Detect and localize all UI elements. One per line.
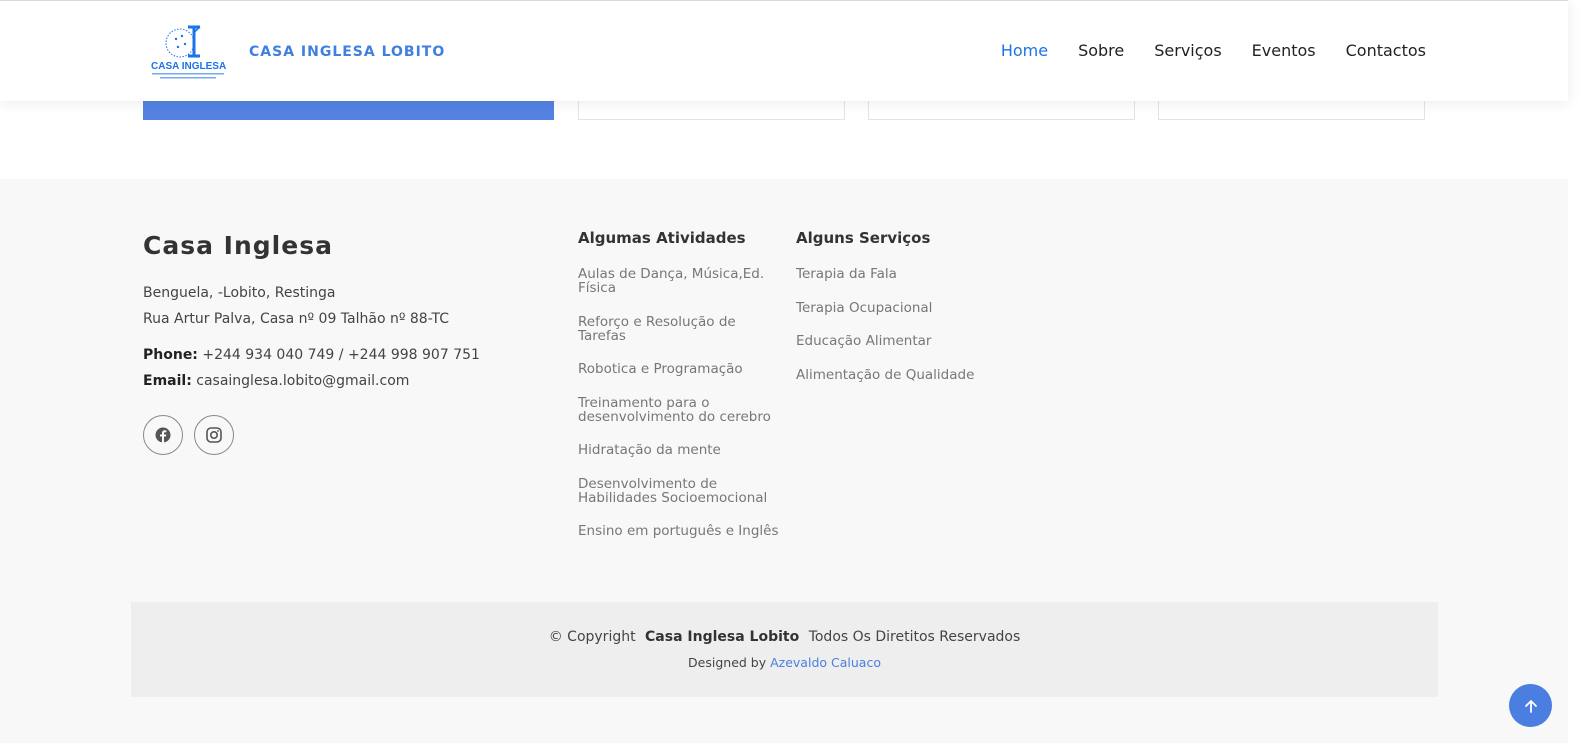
activity-item[interactable]: Treinamento para o desenvolvimento do ce…	[578, 396, 783, 424]
phone-line: Phone: +244 934 040 749 / +244 998 907 7…	[143, 347, 480, 363]
service-item[interactable]: Educação Alimentar	[796, 334, 996, 348]
email-address[interactable]: casainglesa.lobito@gmail.com	[196, 373, 409, 389]
copyright-name: Casa Inglesa Lobito	[645, 629, 800, 645]
nav-home[interactable]: Home	[1001, 41, 1048, 60]
social-links	[143, 415, 234, 455]
facebook-icon	[155, 427, 171, 443]
facebook-link[interactable]	[143, 415, 183, 455]
instagram-link[interactable]	[194, 415, 234, 455]
nav-eventos[interactable]: Eventos	[1252, 41, 1316, 60]
phone-number[interactable]: +244 934 040 749 / +244 998 907 751	[202, 347, 480, 363]
activity-item[interactable]: Aulas de Dança, Música,Ed. Física	[578, 267, 783, 295]
nav-contactos[interactable]: Contactos	[1346, 41, 1426, 60]
designed-by-label: Designed by	[688, 655, 767, 670]
back-to-top-button[interactable]	[1509, 684, 1552, 727]
nav-servicos[interactable]: Serviços	[1154, 41, 1221, 60]
designed-by: Designed by Azevaldo Caluaco	[131, 655, 1438, 670]
main-nav: Home Sobre Serviços Eventos Contactos	[1001, 41, 1426, 60]
arrow-up-icon	[1524, 699, 1537, 713]
copyright-bar: © Copyright Casa Inglesa Lobito Todos Os…	[131, 602, 1438, 697]
nav-sobre[interactable]: Sobre	[1078, 41, 1124, 60]
activity-item[interactable]: Hidratação da mente	[578, 443, 783, 457]
address-line-2: Rua Artur Palva, Casa nº 09 Talhão nº 88…	[143, 311, 449, 327]
email-line: Email: casainglesa.lobito@gmail.com	[143, 373, 409, 389]
site-header: CASA INGLESA CASA INGLESA LOBITO Home So…	[0, 0, 1568, 101]
svg-text:CASA INGLESA: CASA INGLESA	[151, 61, 226, 72]
brand-name[interactable]: CASA INGLESA LOBITO	[249, 44, 445, 60]
activity-item[interactable]: Reforço e Resolução de Tarefas	[578, 315, 783, 343]
service-item[interactable]: Terapia da Fala	[796, 267, 996, 281]
instagram-icon	[206, 427, 222, 443]
email-label: Email:	[143, 373, 192, 389]
designer-link[interactable]: Azevaldo Caluaco	[770, 655, 881, 670]
service-item[interactable]: Terapia Ocupacional	[796, 301, 996, 315]
copyright-text: © Copyright Casa Inglesa Lobito Todos Os…	[131, 629, 1438, 645]
footer-title: Casa Inglesa	[143, 231, 333, 260]
activity-item[interactable]: Desenvolvimento de Habilidades Socioemoc…	[578, 477, 783, 505]
copyright-suffix: Todos Os Diretitos Reservados	[808, 629, 1021, 645]
activity-item[interactable]: Ensino em português e Inglês	[578, 524, 783, 538]
site-footer: Casa Inglesa Benguela, -Lobito, Restinga…	[0, 179, 1568, 743]
activity-item[interactable]: Robotica e Programação	[578, 362, 783, 376]
copyright-prefix: © Copyright	[548, 629, 636, 645]
activities-title: Algumas Atividades	[578, 229, 746, 247]
address-line-1: Benguela, -Lobito, Restinga	[143, 285, 336, 301]
services-list: Terapia da Fala Terapia Ocupacional Educ…	[796, 267, 996, 401]
services-title: Alguns Serviços	[796, 229, 931, 247]
service-item[interactable]: Alimentação de Qualidade	[796, 368, 996, 382]
phone-label: Phone:	[143, 347, 198, 363]
logo[interactable]: CASA INGLESA	[150, 23, 228, 81]
activities-list: Aulas de Dança, Música,Ed. Física Reforç…	[578, 267, 783, 558]
